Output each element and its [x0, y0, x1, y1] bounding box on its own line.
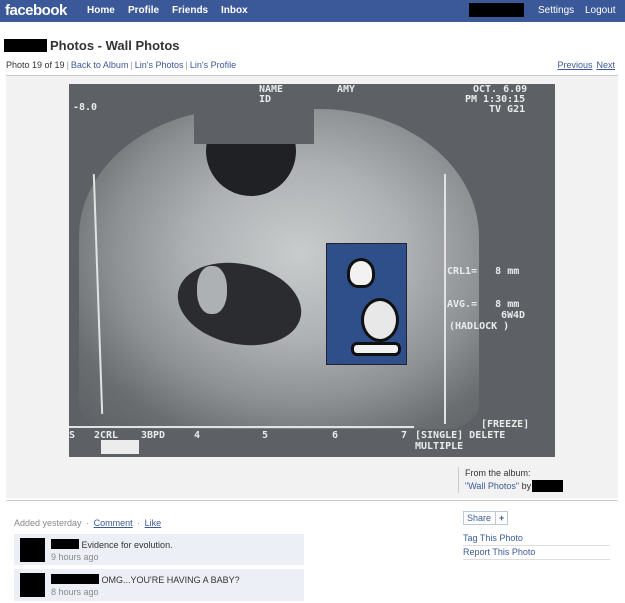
comment-link[interactable]: Comment [94, 518, 133, 528]
photo-pager: Previous Next [553, 60, 615, 70]
probe-shadow-mask [194, 84, 314, 144]
album-source: "Wall Photos" by [465, 480, 564, 493]
ultrasound-name-value: AMY [337, 84, 356, 95]
comment-item: Evidence for evolution. 9 hours ago [14, 534, 304, 566]
bottom-scale-line [69, 426, 414, 428]
ultrasound-id-label: ID [259, 94, 272, 105]
owner-profile-link[interactable]: Lin's Profile [190, 60, 236, 70]
next-photo-link[interactable]: Next [596, 60, 615, 70]
redacted-commenter-name[interactable] [51, 574, 99, 584]
nav-profile-link[interactable]: Profile [128, 0, 159, 22]
comment-timestamp: 9 hours ago [51, 552, 99, 562]
depth-scale-line [444, 174, 446, 424]
comment-text-row: OMG...YOU'RE HAVING A BABY? [51, 574, 240, 585]
measurement-method: (HADLOCK ) [449, 321, 510, 332]
embryo-shape [197, 266, 227, 314]
separator: | [130, 60, 133, 70]
back-to-album-link[interactable]: Back to Album [71, 60, 129, 70]
multiple-label: MULTIPLE [415, 441, 464, 452]
redacted-user-name[interactable] [469, 3, 524, 17]
album-link[interactable]: "Wall Photos" [465, 481, 519, 491]
plus-icon: + [495, 512, 504, 524]
like-link[interactable]: Like [145, 518, 162, 528]
single-delete-label: [SINGLE] DELETE [415, 430, 506, 441]
owner-photos-link[interactable]: Lin's Photos [135, 60, 184, 70]
nav-settings-link[interactable]: Settings [538, 0, 574, 22]
freeze-label: [FREEZE] [481, 419, 530, 430]
crl-measurement: CRL1= 8 mm [447, 266, 520, 277]
nav-friends-link[interactable]: Friends [172, 0, 208, 22]
comment-timestamp: 8 hours ago [51, 587, 99, 597]
scale-mark: 7 [401, 430, 408, 441]
comment-text: Evidence for evolution. [81, 540, 173, 550]
redacted-commenter-name[interactable] [51, 539, 79, 549]
scale-mark: 6 [332, 430, 339, 441]
top-nav-bar: facebook Home Profile Friends Inbox Sett… [0, 0, 625, 22]
redacted-owner-name [4, 39, 47, 52]
breadcrumb: Photo 19 of 19 | Back to Album | Lin's Photo… [6, 60, 236, 70]
comment-text: OMG...YOU'RE HAVING A BABY? [101, 575, 240, 585]
separator: | [185, 60, 188, 70]
tag-photo-link[interactable]: Tag This Photo [463, 532, 610, 546]
redacted-album-owner [532, 480, 564, 492]
avatar[interactable] [20, 538, 45, 562]
facebook-logo[interactable]: facebook [5, 0, 67, 21]
ultrasound-depth: -8.0 [73, 102, 98, 113]
redacted-scale-label [101, 440, 139, 454]
share-button[interactable]: Share + [463, 511, 509, 525]
comment-item: OMG...YOU'RE HAVING A BABY? 8 hours ago [14, 569, 304, 602]
nav-inbox-link[interactable]: Inbox [221, 0, 248, 22]
previous-photo-link[interactable]: Previous [557, 60, 592, 70]
avg-measurement: AVG.= 8 mm [447, 299, 520, 310]
comment-meta-row: Added yesterday · Comment · Like [14, 518, 161, 528]
sprite-body [339, 254, 401, 356]
comment-text-row: Evidence for evolution. [51, 539, 173, 550]
section-divider [6, 500, 618, 501]
nav-home-link[interactable]: Home [87, 0, 115, 22]
avatar[interactable] [20, 573, 45, 597]
gestational-age: 6W4D [501, 310, 526, 321]
ultrasound-photo[interactable]: NAME AMY ID OCT. 6.09 PM 1:30:15 TV G21 … [69, 84, 555, 457]
separator: · [137, 518, 141, 528]
sprite-head [347, 258, 375, 288]
sprite-foot [351, 342, 401, 356]
separator: | [66, 60, 69, 70]
page-title: Photos - Wall Photos [4, 38, 180, 54]
album-from-label: From the album: [465, 468, 531, 478]
page-title-text: Photos - Wall Photos [50, 38, 180, 53]
added-timestamp: Added yesterday [14, 518, 82, 528]
scale-mark: 3BPD [141, 430, 166, 441]
scale-mark: 5 [262, 430, 269, 441]
scale-mark: 4 [194, 430, 201, 441]
share-label: Share [467, 513, 492, 523]
scale-mark: S [69, 430, 76, 441]
pixel-turtle-sprite [326, 243, 407, 365]
album-by-label: by [521, 481, 532, 491]
album-info: From the album: "Wall Photos" by [458, 467, 564, 493]
nav-logout-link[interactable]: Logout [585, 0, 616, 22]
report-photo-link[interactable]: Report This Photo [463, 546, 610, 560]
ultrasound-tv: TV G21 [489, 104, 526, 115]
photo-count: Photo 19 of 19 [6, 60, 65, 70]
sprite-shell [361, 298, 399, 342]
separator: · [86, 518, 90, 528]
